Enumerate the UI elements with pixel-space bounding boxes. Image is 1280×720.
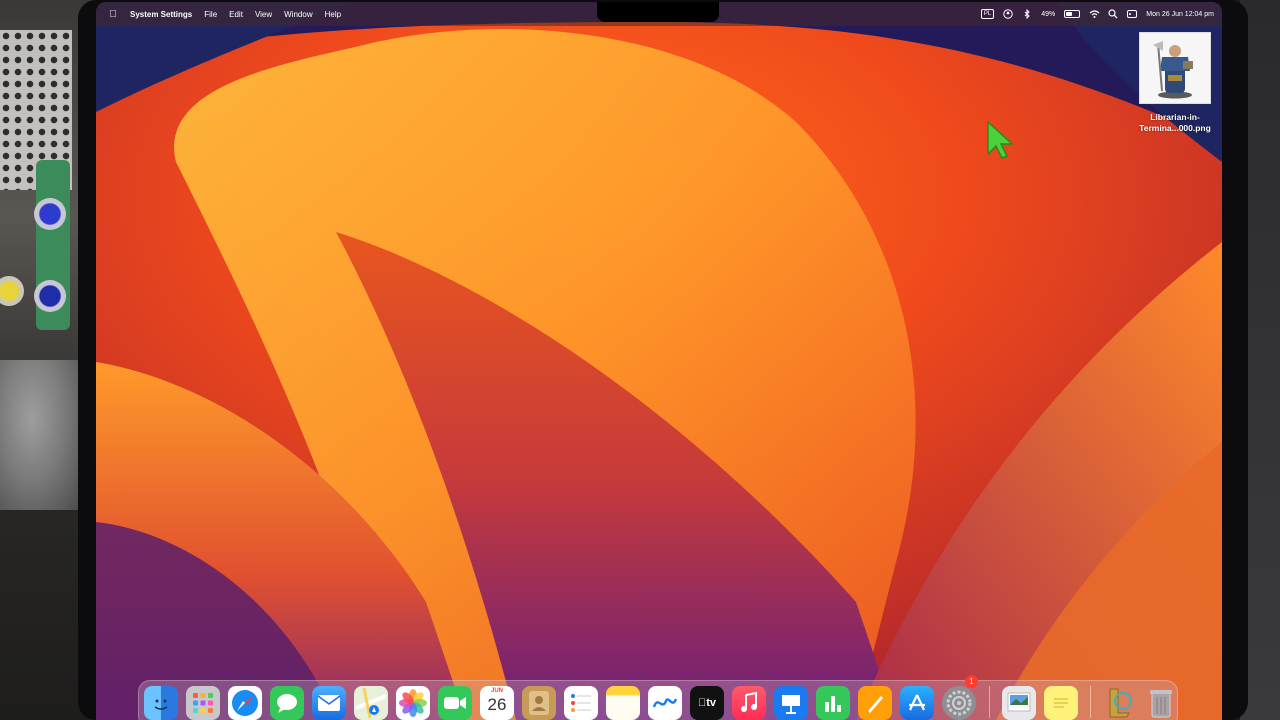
file-name-line1: Librarian-in- xyxy=(1150,112,1200,122)
battery-icon[interactable] xyxy=(1064,10,1081,18)
notes-icon[interactable] xyxy=(606,686,640,720)
input-source-indicator[interactable]: PL xyxy=(980,9,995,19)
camera-notch xyxy=(597,2,719,22)
menu-help[interactable]: Help xyxy=(325,10,341,19)
finder-icon[interactable] xyxy=(144,686,178,720)
dock-separator xyxy=(989,686,990,718)
music-icon[interactable] xyxy=(732,686,766,720)
contacts-icon[interactable] xyxy=(522,686,556,720)
facetime-icon[interactable] xyxy=(438,686,472,720)
menu-clock[interactable]: Mon 26 Jun 12:04 pm xyxy=(1146,11,1214,18)
menu-app-name[interactable]: System Settings xyxy=(130,10,192,19)
calendar-month: JUN xyxy=(490,688,503,694)
launchpad-icon[interactable] xyxy=(186,686,220,720)
apple-menu-icon[interactable]:  xyxy=(106,9,120,20)
stickies-icon[interactable] xyxy=(1044,686,1078,720)
photos-icon[interactable] xyxy=(396,686,430,720)
screen:  System Settings File Edit View Window … xyxy=(96,2,1222,720)
menu-view[interactable]: View xyxy=(255,10,272,19)
bubble-wrap xyxy=(0,360,80,510)
calendar-icon[interactable]: JUN 26 xyxy=(480,686,514,720)
wifi-icon[interactable] xyxy=(1089,9,1100,19)
menu-file[interactable]: File xyxy=(204,10,217,19)
file-name: Librarian-in- Termina...000.png xyxy=(1130,112,1220,134)
tv-icon[interactable]: tv xyxy=(690,686,724,720)
paint-pot xyxy=(0,276,24,306)
menu-edit[interactable]: Edit xyxy=(229,10,243,19)
mouse-pointer-icon xyxy=(987,120,1014,159)
keynote-icon[interactable] xyxy=(774,686,808,720)
app-store-icon[interactable] xyxy=(900,686,934,720)
system-settings-badge: 1 xyxy=(965,675,978,688)
trash-icon[interactable] xyxy=(1144,686,1178,720)
bluetooth-icon[interactable] xyxy=(1022,8,1032,20)
pages-icon[interactable] xyxy=(858,686,892,720)
dock-separator xyxy=(1090,686,1091,718)
messages-icon[interactable] xyxy=(270,686,304,720)
mail-icon[interactable] xyxy=(312,686,346,720)
system-settings-icon[interactable] xyxy=(942,686,976,720)
battery-percent[interactable]: 49% xyxy=(1041,11,1055,18)
file-name-line2: Termina...000.png xyxy=(1139,123,1211,133)
numbers-icon[interactable] xyxy=(816,686,850,720)
file-thumbnail xyxy=(1139,32,1211,104)
safari-icon[interactable] xyxy=(228,686,262,720)
desktop-file[interactable]: Librarian-in- Termina...000.png xyxy=(1130,32,1220,134)
paint-pot xyxy=(34,198,66,230)
preview-icon[interactable] xyxy=(1002,686,1036,720)
paint-pot xyxy=(34,280,66,312)
league-icon[interactable] xyxy=(1102,686,1136,720)
control-center-user-icon[interactable] xyxy=(1003,9,1013,19)
maps-icon[interactable] xyxy=(354,686,388,720)
status-area: PL 49% Mon 26 Jun 12:04 pm xyxy=(980,2,1214,26)
tv-label: tv xyxy=(698,697,716,709)
wallpaper xyxy=(96,2,1222,720)
reminders-icon[interactable] xyxy=(564,686,598,720)
spotlight-search-icon[interactable] xyxy=(1108,9,1118,19)
freeform-icon[interactable] xyxy=(648,686,682,720)
control-center-icon[interactable] xyxy=(1127,9,1138,19)
miniature-figure-image xyxy=(1153,41,1193,99)
menu-window[interactable]: Window xyxy=(284,10,312,19)
calendar-day: 26 xyxy=(487,695,507,714)
